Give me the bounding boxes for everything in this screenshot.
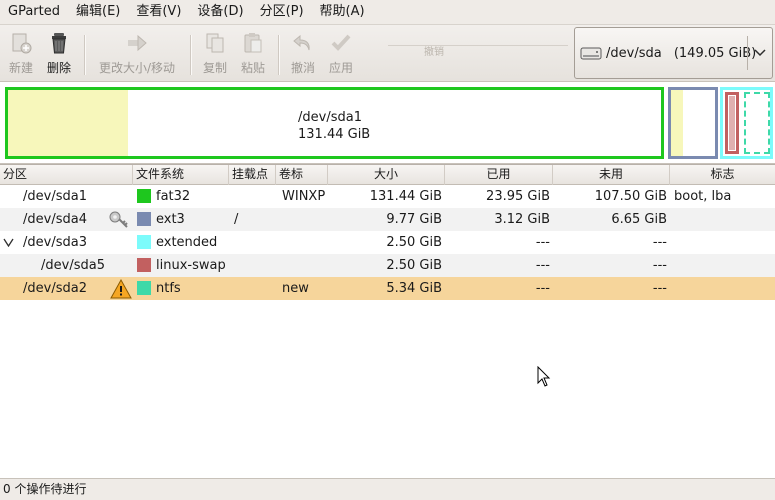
copy-button[interactable]: 复制 (200, 31, 230, 79)
apply-checkmark-icon (329, 31, 353, 55)
cell-filesystem: ext3 (156, 212, 185, 227)
menu-partition[interactable]: 分区(P) (252, 0, 312, 24)
new-button[interactable]: 新建 (6, 31, 36, 79)
partition-block-sda1[interactable]: /dev/sda1 131.44 GiB (5, 87, 664, 159)
cell-filesystem: linux-swap (156, 258, 226, 273)
resize-move-icon (125, 31, 149, 55)
column-header-size[interactable]: 大小 (328, 165, 445, 185)
filesystem-color-swatch (137, 212, 151, 226)
cell-size: 2.50 GiB (386, 235, 442, 250)
partition-map: /dev/sda1 131.44 GiB (0, 82, 775, 164)
cell-label: WINXP (282, 189, 326, 204)
menu-device[interactable]: 设备(D) (189, 0, 251, 24)
partition-block-sda2[interactable] (744, 92, 770, 154)
table-row[interactable]: /dev/sda3 extended 2.50 GiB --- --- (0, 231, 775, 254)
device-size: (149.05 GiB) (673, 45, 757, 61)
cell-partition: /dev/sda5 (41, 258, 105, 273)
undo-button[interactable]: 撤消 (288, 31, 318, 79)
device-path: /dev/sda (606, 45, 662, 61)
cell-unused: 107.50 GiB (594, 189, 667, 204)
table-row-selected[interactable]: /dev/sda2 ntfs new 5.34 GiB --- --- (0, 277, 775, 300)
partition-block-size: 131.44 GiB (298, 127, 371, 142)
cell-label: new (282, 281, 309, 296)
toolbar-separator (190, 35, 191, 75)
cell-filesystem: ntfs (156, 281, 181, 296)
cell-used: --- (535, 235, 550, 250)
table-row[interactable]: /dev/sda1 fat32 WINXP 131.44 GiB 23.95 G… (0, 185, 775, 208)
partition-table: 分区 文件系统 挂载点 卷标 大小 已用 未用 标志 /dev/sda1 fat… (0, 164, 775, 478)
new-partition-icon (9, 31, 33, 55)
cell-used: --- (535, 281, 550, 296)
chevron-down-icon (754, 49, 766, 57)
paste-button[interactable]: 粘贴 (238, 31, 268, 79)
partition-block-sda5[interactable] (725, 92, 739, 154)
cell-filesystem: fat32 (156, 189, 191, 204)
table-row[interactable]: /dev/sda4 ext3 / 9.77 GiB 3.12 GiB 6.65 … (0, 208, 775, 231)
resize-move-button[interactable]: 更改大小/移动 (94, 31, 180, 79)
filesystem-color-swatch (137, 189, 151, 203)
delete-button[interactable]: 删除 (44, 31, 74, 79)
column-header-label[interactable]: 卷标 (276, 165, 328, 185)
cell-partition: /dev/sda1 (23, 189, 87, 204)
cell-size: 9.77 GiB (386, 212, 442, 227)
cell-partition: /dev/sda2 (23, 281, 87, 296)
partition-block-name: /dev/sda1 (298, 110, 362, 125)
apply-button[interactable]: 应用 (326, 31, 356, 79)
cell-unused: --- (652, 235, 667, 250)
menu-edit[interactable]: 编辑(E) (68, 0, 128, 24)
statusbar: 0 个操作待进行 (0, 478, 775, 500)
partition-block-sda3[interactable] (720, 87, 773, 159)
cell-used: --- (535, 258, 550, 273)
column-header-filesystem[interactable]: 文件系统 (133, 165, 229, 185)
used-space-fill (729, 96, 735, 150)
cell-used: 3.12 GiB (494, 212, 550, 227)
menu-help[interactable]: 帮助(A) (312, 0, 373, 24)
column-header-flags[interactable]: 标志 (670, 165, 775, 185)
toolbar-separator (84, 35, 85, 75)
cell-unused: 6.65 GiB (611, 212, 667, 227)
filesystem-color-swatch (137, 235, 151, 249)
cell-size: 5.34 GiB (386, 281, 442, 296)
cell-used: 23.95 GiB (486, 189, 550, 204)
cell-unused: --- (652, 258, 667, 273)
key-icon (109, 211, 128, 228)
cell-flags: boot, lba (674, 189, 732, 204)
toolbar-separator (278, 35, 279, 75)
cell-filesystem: extended (156, 235, 218, 250)
cell-partition: /dev/sda3 (23, 235, 87, 250)
table-header: 分区 文件系统 挂载点 卷标 大小 已用 未用 标志 (0, 165, 775, 185)
menubar: GParted 编辑(E) 查看(V) 设备(D) 分区(P) 帮助(A) (0, 0, 775, 24)
trash-icon (47, 31, 71, 55)
partition-block-sda4[interactable] (668, 87, 718, 159)
cell-size: 131.44 GiB (369, 189, 442, 204)
cell-unused: --- (652, 281, 667, 296)
cell-mountpoint: / (234, 212, 239, 227)
undo-icon (291, 31, 315, 55)
column-header-mountpoint[interactable]: 挂载点 (229, 165, 276, 185)
pending-operations-text: 0 个操作待进行 (3, 482, 87, 496)
menu-view[interactable]: 查看(V) (128, 0, 189, 24)
cell-partition: /dev/sda4 (23, 212, 87, 227)
mouse-pointer-icon (537, 366, 551, 387)
toolbar-ghost-label: 撤销 (388, 45, 568, 59)
paste-icon (241, 31, 265, 55)
warning-icon (110, 279, 132, 299)
filesystem-color-swatch (137, 258, 151, 272)
expander-arrow-icon[interactable] (3, 238, 14, 247)
cell-size: 2.50 GiB (386, 258, 442, 273)
table-row[interactable]: /dev/sda5 linux-swap 2.50 GiB --- --- (0, 254, 775, 277)
hard-drive-icon (580, 47, 602, 60)
column-header-unused[interactable]: 未用 (553, 165, 670, 185)
filesystem-color-swatch (137, 281, 151, 295)
copy-icon (203, 31, 227, 55)
column-header-used[interactable]: 已用 (445, 165, 553, 185)
used-space-fill (671, 90, 683, 156)
used-space-fill (8, 90, 128, 156)
column-header-partition[interactable]: 分区 (0, 165, 133, 185)
device-selector[interactable]: /dev/sda (149.05 GiB) (574, 27, 773, 79)
menu-gparted[interactable]: GParted (0, 0, 68, 24)
